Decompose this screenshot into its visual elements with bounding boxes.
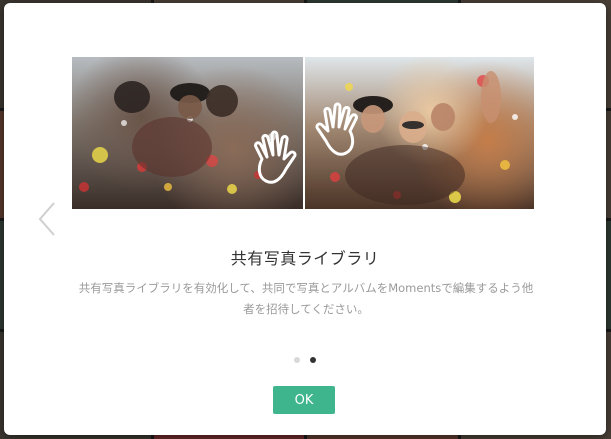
waving-hand-icon <box>315 102 358 156</box>
hero-illustration <box>72 57 534 209</box>
chevron-left-icon[interactable] <box>36 199 60 239</box>
shared-library-dialog: 共有写真ライブラリ 共有写真ライブラリを有効化して、共同で写真とアルバムをMom… <box>4 3 606 435</box>
pagination-dot-2[interactable] <box>310 357 316 363</box>
dialog-description: 共有写真ライブラリを有効化して、共同で写真とアルバムをMomentsで編集するよ… <box>78 281 534 316</box>
dialog-title: 共有写真ライブラリ <box>230 249 380 268</box>
pagination-dots <box>4 357 606 363</box>
waving-hand-icon <box>254 130 297 184</box>
ok-button[interactable]: OK <box>273 386 335 414</box>
pagination-dot-1[interactable] <box>294 357 300 363</box>
